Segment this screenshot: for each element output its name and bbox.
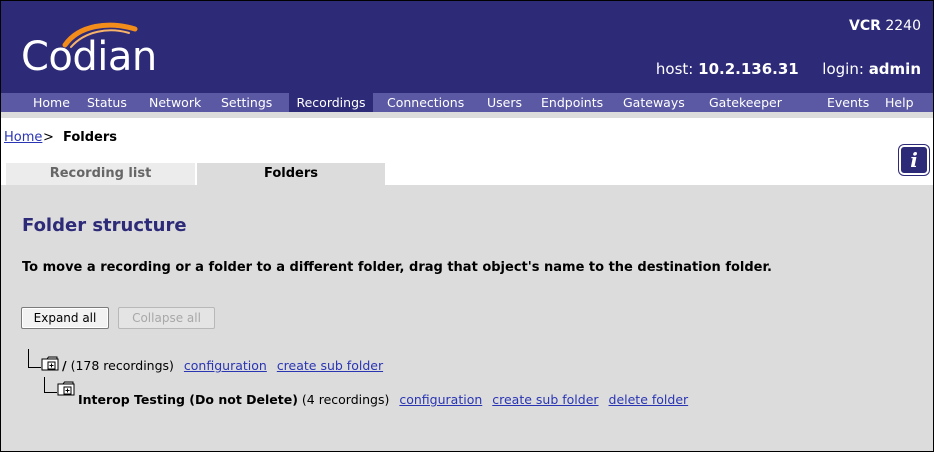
- nav-endpoints[interactable]: Endpoints: [535, 93, 609, 112]
- product-model: VCR 2240: [849, 18, 921, 34]
- folder-expand-icon[interactable]: [41, 356, 59, 371]
- folder-structure-panel: Folder structure To move a recording or …: [1, 185, 933, 451]
- nav-settings[interactable]: Settings: [215, 93, 278, 112]
- product-prefix: VCR: [849, 18, 881, 34]
- instruction-text: To move a recording or a folder to a dif…: [22, 260, 772, 275]
- nav-home[interactable]: Home: [27, 93, 76, 112]
- info-icon[interactable]: i: [899, 145, 929, 175]
- tree-connector: [44, 377, 57, 393]
- folder-count-root: (178 recordings): [70, 358, 174, 373]
- breadcrumb: Home > Folders: [1, 118, 933, 156]
- nav-users[interactable]: Users: [481, 93, 528, 112]
- host-label: host:: [655, 60, 694, 78]
- configuration-link-root[interactable]: configuration: [184, 358, 267, 373]
- delete-folder-link-interop[interactable]: delete folder: [609, 392, 689, 407]
- folder-name-interop[interactable]: Interop Testing (Do not Delete): [78, 392, 298, 407]
- nav-status[interactable]: Status: [81, 93, 133, 112]
- tab-recording-list[interactable]: Recording list: [6, 163, 195, 185]
- tree-connector: [28, 349, 41, 368]
- login-label: login:: [822, 60, 864, 78]
- host-value: 10.2.136.31: [698, 60, 799, 78]
- logo-wordmark: Codian: [21, 34, 157, 80]
- folder-name-root[interactable]: /: [62, 358, 67, 373]
- host-login-info: host: 10.2.136.31 login: admin: [656, 60, 921, 78]
- nav-recordings[interactable]: Recordings: [289, 93, 373, 112]
- nav-network[interactable]: Network: [143, 93, 207, 112]
- login-value: admin: [868, 60, 921, 78]
- collapse-all-button[interactable]: Collapse all: [118, 307, 215, 329]
- create-sub-folder-link-root[interactable]: create sub folder: [277, 358, 383, 373]
- folder-count-interop: (4 recordings): [301, 392, 390, 407]
- page-title: Folder structure: [22, 215, 187, 236]
- nav-connections[interactable]: Connections: [381, 93, 470, 112]
- breadcrumb-separator: >: [43, 130, 54, 145]
- nav-gateways[interactable]: Gateways: [617, 93, 691, 112]
- application-frame: Codian VCR 2240 host: 10.2.136.31 login:…: [0, 0, 934, 452]
- tab-folders[interactable]: Folders: [197, 163, 385, 185]
- create-sub-folder-link-interop[interactable]: create sub folder: [492, 392, 598, 407]
- expand-all-button[interactable]: Expand all: [21, 307, 109, 329]
- tab-bar: Recording list Folders: [1, 156, 933, 185]
- product-number: 2240: [885, 18, 921, 34]
- nav-events[interactable]: Events: [821, 93, 875, 112]
- main-nav: Home Status Network Settings Recordings …: [1, 93, 933, 112]
- folder-expand-icon[interactable]: [57, 381, 75, 396]
- header: Codian VCR 2240 host: 10.2.136.31 login:…: [1, 1, 933, 93]
- breadcrumb-home-link[interactable]: Home: [4, 130, 42, 145]
- nav-gatekeeper[interactable]: Gatekeeper: [703, 93, 788, 112]
- nav-help[interactable]: Help: [879, 93, 920, 112]
- folder-row-root: / (178 recordings) configuration create …: [62, 358, 383, 373]
- folder-row-interop: Interop Testing (Do not Delete) (4 recor…: [78, 392, 688, 407]
- codian-logo: Codian: [17, 17, 217, 79]
- configuration-link-interop[interactable]: configuration: [399, 392, 482, 407]
- breadcrumb-current: Folders: [63, 130, 118, 145]
